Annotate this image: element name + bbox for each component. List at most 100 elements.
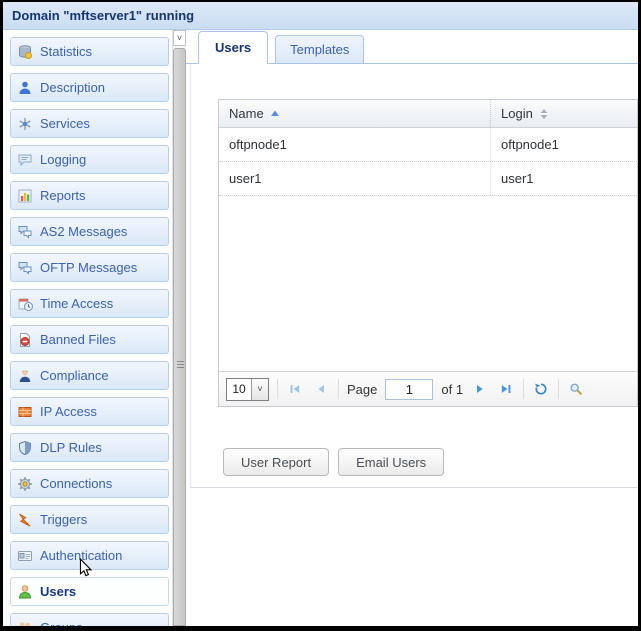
sidebar-item-time-access[interactable]: Time Access — [10, 289, 169, 318]
column-header-login[interactable]: Login — [490, 100, 637, 127]
sidebar-item-label: Compliance — [40, 368, 109, 383]
sidebar-item-label: Connections — [40, 476, 112, 491]
time-access-icon — [17, 296, 33, 312]
tab-users[interactable]: Users — [198, 31, 268, 64]
previous-page-icon — [314, 382, 328, 396]
scrollbar-grip-icon — [177, 361, 184, 370]
main-content: UsersTemplates Name Login oftpnode1oftpno… — [186, 30, 638, 626]
sidebar-item-ip-access[interactable]: IP Access — [10, 397, 169, 426]
sidebar-item-banned-files[interactable]: Banned Files — [10, 325, 169, 354]
logging-icon — [17, 152, 33, 168]
oftp-messages-icon — [17, 260, 33, 276]
sidebar-item-logging[interactable]: Logging — [10, 145, 169, 174]
search-button[interactable] — [567, 380, 585, 398]
table-row[interactable]: oftpnode1oftpnode1 — [219, 128, 637, 162]
column-label: Login — [501, 106, 533, 121]
connections-icon — [17, 476, 33, 492]
app-window: Domain "mftserver1" running Statistics De… — [0, 0, 641, 631]
sort-both-icon — [539, 108, 549, 120]
sidebar-item-statistics[interactable]: Statistics — [10, 37, 169, 66]
next-page-button[interactable] — [471, 380, 489, 398]
sidebar-item-triggers[interactable]: Triggers — [10, 505, 169, 534]
sidebar-item-label: Triggers — [40, 512, 87, 527]
reports-icon — [17, 188, 33, 204]
sidebar-item-label: Banned Files — [40, 332, 116, 347]
cell-login: user1 — [490, 162, 637, 195]
email-users-button[interactable]: Email Users — [338, 448, 444, 476]
users-tab-panel: Name Login oftpnode1oftpnode1user1user1 1… — [190, 64, 638, 488]
as2-messages-icon — [17, 224, 33, 240]
last-page-icon — [499, 382, 513, 396]
previous-page-button[interactable] — [312, 380, 330, 398]
groups-icon — [17, 620, 33, 627]
sidebar-item-label: Services — [40, 116, 90, 131]
users-icon — [17, 584, 33, 600]
table-body: oftpnode1oftpnode1user1user1 — [219, 128, 637, 196]
sidebar-item-connections[interactable]: Connections — [10, 469, 169, 498]
tab-templates[interactable]: Templates — [275, 35, 364, 63]
refresh-button[interactable] — [532, 380, 550, 398]
triggers-icon — [17, 512, 33, 528]
sidebar-item-label: Statistics — [40, 44, 92, 59]
action-button-row: User Report Email Users — [218, 448, 638, 476]
scroll-up-button[interactable]: ˅ — [173, 30, 186, 46]
sidebar-item-label: DLP Rules — [40, 440, 102, 455]
sidebar-item-label: Users — [40, 584, 76, 599]
tab-strip: UsersTemplates — [186, 30, 638, 64]
sidebar-item-compliance[interactable]: Compliance — [10, 361, 169, 390]
search-icon — [569, 382, 583, 396]
sidebar-item-reports[interactable]: Reports — [10, 181, 169, 210]
next-page-icon — [473, 382, 487, 396]
page-number-input[interactable] — [385, 379, 433, 400]
sidebar-item-label: OFTP Messages — [40, 260, 137, 275]
sidebar-item-label: Authentication — [40, 548, 122, 563]
sidebar-item-label: IP Access — [40, 404, 97, 419]
page-count-label: of 1 — [441, 382, 463, 397]
user-report-button[interactable]: User Report — [223, 448, 329, 476]
users-table: Name Login oftpnode1oftpnode1user1user1 1… — [218, 99, 638, 407]
sidebar-item-dlp-rules[interactable]: DLP Rules — [10, 433, 169, 462]
refresh-icon — [534, 382, 548, 396]
table-row[interactable]: user1user1 — [219, 162, 637, 196]
sidebar-item-oftp-messages[interactable]: OFTP Messages — [10, 253, 169, 282]
column-header-name[interactable]: Name — [219, 100, 490, 127]
page-title: Domain "mftserver1" running — [12, 8, 194, 23]
authentication-icon — [17, 548, 33, 564]
admin-ui: Domain "mftserver1" running Statistics De… — [3, 2, 638, 626]
sidebar-nav: Statistics Description Services Logging Repo… — [3, 30, 172, 626]
table-header-row: Name Login — [219, 100, 637, 128]
first-page-icon — [288, 382, 302, 396]
banned-files-icon — [17, 332, 33, 348]
page-label: Page — [347, 382, 377, 397]
page-size-select[interactable]: 10 ˅ — [226, 378, 269, 401]
sidebar-item-label: AS2 Messages — [40, 224, 127, 239]
sidebar-item-label: Logging — [40, 152, 86, 167]
sidebar-item-label: Groups — [40, 620, 83, 626]
sidebar-scrollbar[interactable]: ˅ — [172, 30, 186, 626]
first-page-button[interactable] — [286, 380, 304, 398]
scrollbar-thumb[interactable] — [173, 48, 186, 626]
last-page-button[interactable] — [497, 380, 515, 398]
description-icon — [17, 80, 33, 96]
domain-title-bar: Domain "mftserver1" running — [3, 2, 638, 30]
sidebar-item-services[interactable]: Services — [10, 109, 169, 138]
cell-name: oftpnode1 — [219, 128, 490, 161]
sidebar-item-groups[interactable]: Groups — [10, 613, 169, 626]
cell-login: oftpnode1 — [490, 128, 637, 161]
pagination-bar: 10 ˅ Page — [219, 371, 637, 406]
sidebar-item-label: Time Access — [40, 296, 113, 311]
sidebar-item-label: Reports — [40, 188, 86, 203]
sidebar-item-description[interactable]: Description — [10, 73, 169, 102]
sidebar-item-users[interactable]: Users — [10, 577, 169, 606]
column-label: Name — [229, 106, 264, 121]
sort-ascending-icon — [270, 109, 280, 118]
page-size-value: 10 — [227, 379, 251, 400]
ip-access-icon — [17, 404, 33, 420]
cell-name: user1 — [219, 162, 490, 195]
compliance-icon — [17, 368, 33, 384]
table-empty-space — [219, 196, 637, 371]
sidebar-item-as2-messages[interactable]: AS2 Messages — [10, 217, 169, 246]
sidebar-item-label: Description — [40, 80, 105, 95]
sidebar-item-authentication[interactable]: Authentication — [10, 541, 169, 570]
dlp-rules-icon — [17, 440, 33, 456]
